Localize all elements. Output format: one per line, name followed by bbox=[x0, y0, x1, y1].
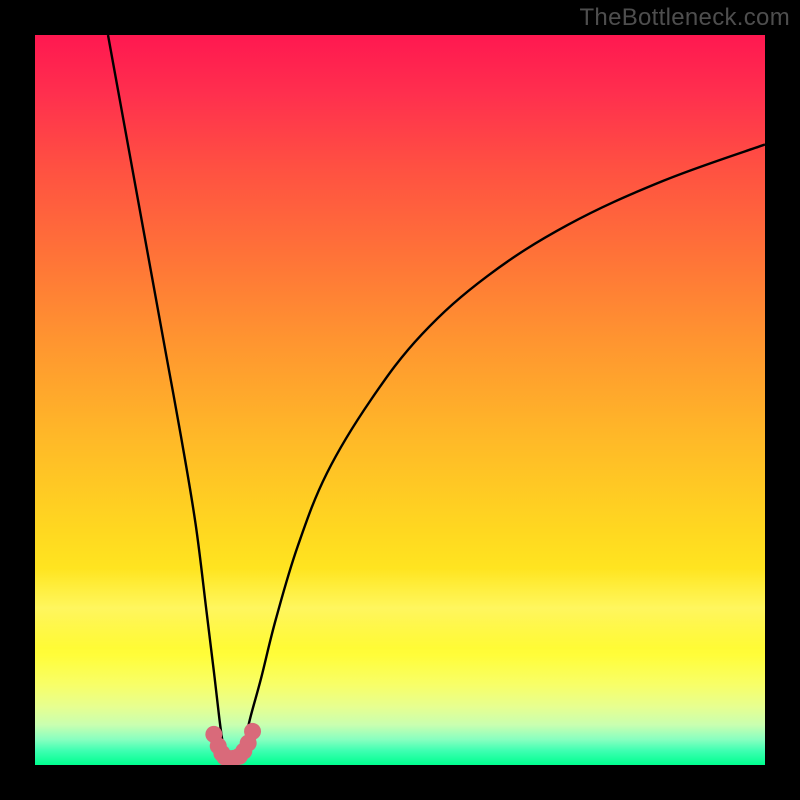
curve-left-branch bbox=[108, 35, 226, 758]
chart-frame: TheBottleneck.com bbox=[0, 0, 800, 800]
valley-marker-dot bbox=[244, 723, 261, 740]
plot-area bbox=[35, 35, 765, 765]
curve-layer bbox=[35, 35, 765, 765]
curve-right-branch bbox=[241, 145, 765, 758]
watermark-text: TheBottleneck.com bbox=[579, 4, 790, 32]
valley-markers bbox=[205, 723, 261, 765]
